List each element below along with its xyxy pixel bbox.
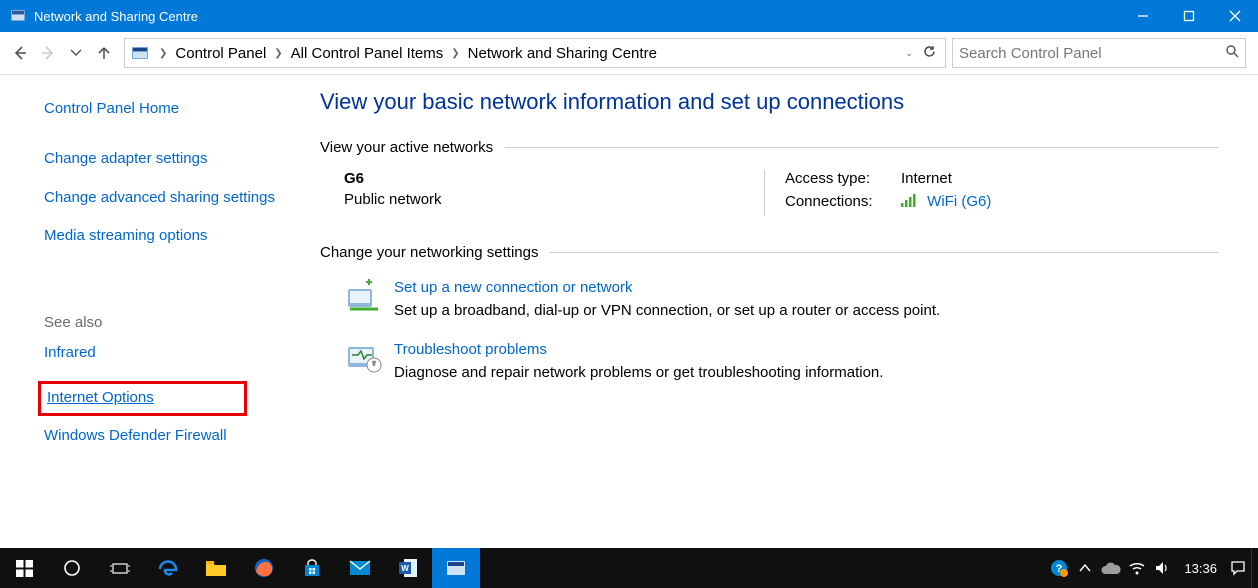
sidebar: Control Panel Home Change adapter settin…: [0, 75, 300, 549]
task-desc: Set up a broadband, dial-up or VPN conne…: [394, 302, 940, 319]
task-troubleshoot: Troubleshoot problems Diagnose and repai…: [320, 341, 1218, 381]
taskbar-control-panel[interactable]: [432, 548, 480, 588]
tray-chevron-up-icon[interactable]: [1072, 548, 1098, 588]
chevron-down-icon[interactable]: ⌄: [901, 48, 917, 59]
minimize-button[interactable]: [1120, 0, 1166, 32]
up-button[interactable]: [90, 39, 118, 67]
taskbar-word[interactable]: W: [384, 548, 432, 588]
sidebar-home[interactable]: Control Panel Home: [44, 99, 276, 119]
breadcrumb[interactable]: Control Panel: [171, 43, 270, 64]
show-desktop-button[interactable]: [1251, 548, 1258, 588]
access-type-label: Access type:: [785, 170, 901, 187]
see-also-header: See also: [44, 314, 276, 331]
tray-onedrive-icon[interactable]: [1098, 548, 1124, 588]
svg-text:W: W: [401, 564, 409, 573]
tray-clock[interactable]: 13:36: [1176, 561, 1225, 576]
nav-toolbar: ❯ Control Panel ❯ All Control Panel Item…: [0, 32, 1258, 75]
window-titlebar: Network and Sharing Centre: [0, 0, 1258, 32]
chevron-right-icon[interactable]: ❯: [270, 48, 286, 59]
network-name: G6: [344, 170, 764, 187]
sidebar-link[interactable]: Change advanced sharing settings: [44, 188, 276, 208]
main-content: View your basic network information and …: [300, 75, 1258, 549]
search-placeholder: Search Control Panel: [959, 45, 1102, 62]
forward-button[interactable]: [34, 39, 62, 67]
window-title: Network and Sharing Centre: [34, 9, 198, 24]
tray-wifi-icon[interactable]: [1124, 548, 1150, 588]
chevron-right-icon[interactable]: ❯: [447, 48, 463, 59]
page-heading: View your basic network information and …: [320, 89, 1218, 115]
search-input[interactable]: Search Control Panel: [952, 38, 1246, 68]
chevron-right-icon[interactable]: ❯: [155, 48, 171, 59]
taskbar-firefox[interactable]: [240, 548, 288, 588]
start-button[interactable]: [0, 548, 48, 588]
search-icon[interactable]: [1225, 44, 1239, 62]
access-type-value: Internet: [901, 170, 952, 187]
taskbar-mail[interactable]: [336, 548, 384, 588]
see-also-infrared[interactable]: Infrared: [44, 343, 276, 363]
section-change-settings: Change your networking settings: [320, 244, 538, 261]
breadcrumb[interactable]: Network and Sharing Centre: [464, 43, 661, 64]
divider: [505, 147, 1218, 148]
see-also-firewall[interactable]: Windows Defender Firewall: [44, 426, 276, 446]
tray-action-center-icon[interactable]: [1225, 548, 1251, 588]
troubleshoot-icon: [344, 341, 384, 377]
setup-connection-icon: [344, 279, 384, 315]
cortana-button[interactable]: [48, 548, 96, 588]
app-icon: [10, 8, 26, 24]
tray-volume-icon[interactable]: [1150, 548, 1176, 588]
refresh-button[interactable]: [917, 44, 941, 63]
task-setup-connection: Set up a new connection or network Set u…: [320, 279, 1218, 319]
connection-link[interactable]: WiFi (G6): [927, 193, 991, 210]
see-also-internet-options[interactable]: Internet Options: [47, 388, 154, 408]
taskbar: W ? 13:36: [0, 548, 1258, 588]
task-desc: Diagnose and repair network problems or …: [394, 364, 883, 381]
section-active-networks: View your active networks: [320, 139, 493, 156]
network-category: Public network: [344, 191, 764, 208]
close-button[interactable]: [1212, 0, 1258, 32]
address-bar[interactable]: ❯ Control Panel ❯ All Control Panel Item…: [124, 38, 946, 68]
sidebar-link[interactable]: Change adapter settings: [44, 149, 276, 169]
wifi-signal-icon: [901, 193, 917, 207]
system-tray: ? 13:36: [1046, 548, 1258, 588]
taskbar-edge[interactable]: [144, 548, 192, 588]
tray-help-icon[interactable]: ?: [1046, 548, 1072, 588]
task-title[interactable]: Set up a new connection or network: [394, 279, 940, 296]
task-view-button[interactable]: [96, 548, 144, 588]
sidebar-link[interactable]: Media streaming options: [44, 226, 276, 246]
taskbar-store[interactable]: [288, 548, 336, 588]
recent-dropdown[interactable]: [62, 39, 90, 67]
maximize-button[interactable]: [1166, 0, 1212, 32]
control-panel-icon: [131, 44, 149, 62]
breadcrumb[interactable]: All Control Panel Items: [287, 43, 448, 64]
connections-label: Connections:: [785, 193, 901, 210]
divider: [550, 252, 1218, 253]
task-title[interactable]: Troubleshoot problems: [394, 341, 883, 358]
back-button[interactable]: [6, 39, 34, 67]
taskbar-file-explorer[interactable]: [192, 548, 240, 588]
highlight-box: Internet Options: [38, 381, 247, 415]
